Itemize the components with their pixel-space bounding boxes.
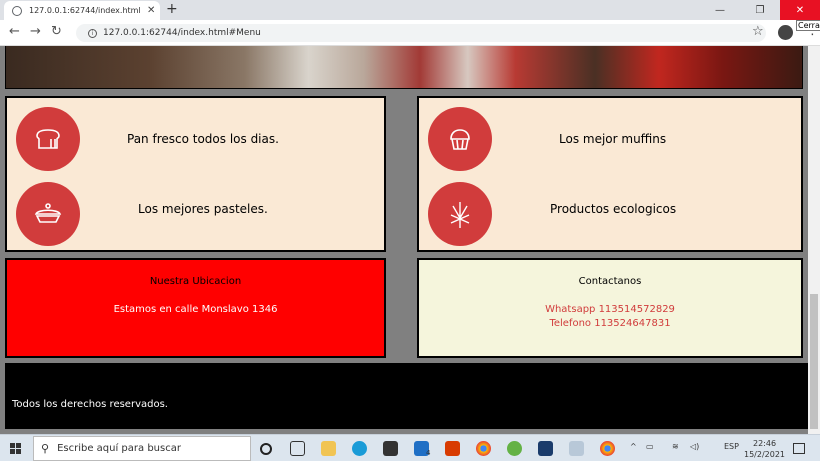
globe-icon bbox=[12, 5, 22, 16]
feature-text: Los mejores pasteles. bbox=[138, 202, 268, 216]
windows-taskbar: ⚲ Escribe aquí para buscar 4 ^ ▭ ≋ ◁) ES… bbox=[0, 434, 820, 461]
back-arrow-icon[interactable]: ← bbox=[9, 24, 20, 39]
volume-icon[interactable]: ◁) bbox=[690, 442, 699, 451]
bookmark-star-icon[interactable]: ☆ bbox=[752, 24, 764, 39]
footer-text: Todos los derechos reservados. bbox=[12, 399, 168, 410]
clock-date: 15/2/2021 bbox=[744, 450, 786, 459]
feature-item bbox=[428, 182, 492, 246]
store-icon[interactable] bbox=[383, 441, 398, 456]
features-box-right: Los mejor muffins Productos ecologicos bbox=[417, 96, 803, 252]
feature-text: Productos ecologicos bbox=[550, 202, 677, 216]
location-address: Estamos en calle Monslavo 1346 bbox=[113, 304, 278, 315]
pie-icon bbox=[16, 182, 80, 246]
tab-title: 127.0.0.1:62744/index.html#Menu bbox=[29, 6, 141, 15]
scrollbar-thumb[interactable] bbox=[810, 294, 818, 429]
app-icon[interactable] bbox=[538, 441, 553, 456]
bread-icon bbox=[16, 107, 80, 171]
clock-time: 22:46 bbox=[752, 439, 777, 448]
browser-toolbar: ← → ↻ i 127.0.0.1:62744/index.html#Menu … bbox=[0, 20, 820, 46]
taskbar-clock[interactable]: 22:46 15/2/2021 bbox=[744, 438, 785, 460]
feature-item bbox=[16, 107, 80, 171]
feature-text: Pan fresco todos los dias. bbox=[127, 132, 279, 146]
close-tab-icon[interactable]: ✕ bbox=[147, 5, 155, 16]
browser-titlebar: 127.0.0.1:62744/index.html#Menu ✕ + — ❐ … bbox=[0, 0, 820, 20]
task-view-icon[interactable] bbox=[290, 441, 305, 456]
windows-start-icon[interactable] bbox=[10, 443, 21, 454]
feature-text: Los mejor muffins bbox=[559, 132, 667, 146]
contact-phone[interactable]: Telefono 113524647831 bbox=[419, 318, 801, 329]
location-box: Nuestra Ubicacion Estamos en calle Monsl… bbox=[5, 258, 386, 358]
notifications-icon[interactable] bbox=[793, 443, 805, 454]
taskbar-search-input[interactable]: ⚲ Escribe aquí para buscar bbox=[33, 436, 251, 461]
minimize-button[interactable]: — bbox=[700, 0, 740, 20]
url-text: 127.0.0.1:62744/index.html#Menu bbox=[103, 28, 261, 38]
address-bar[interactable]: i 127.0.0.1:62744/index.html#Menu bbox=[76, 24, 766, 42]
close-tooltip: Cerrar bbox=[796, 20, 820, 31]
close-window-button[interactable]: ✕ bbox=[780, 0, 820, 20]
page-footer: Todos los derechos reservados. bbox=[5, 363, 808, 429]
chrome-active-icon[interactable] bbox=[600, 441, 615, 456]
page-viewport: Pan fresco todos los dias. Los mejores p… bbox=[0, 46, 808, 434]
info-icon[interactable]: i bbox=[88, 28, 97, 38]
reload-icon[interactable]: ↻ bbox=[51, 24, 62, 39]
search-icon: ⚲ bbox=[41, 442, 50, 455]
contact-box: Contactanos Whatsapp 113514572829 Telefo… bbox=[417, 258, 803, 358]
feature-item bbox=[428, 107, 492, 171]
cortana-icon[interactable] bbox=[260, 443, 272, 455]
battery-icon[interactable]: ▭ bbox=[646, 442, 654, 451]
browser-tab[interactable]: 127.0.0.1:62744/index.html#Menu ✕ bbox=[4, 1, 160, 20]
search-placeholder: Escribe aquí para buscar bbox=[57, 443, 181, 454]
window-app-icon[interactable] bbox=[569, 441, 584, 456]
feature-item bbox=[16, 182, 80, 246]
mail-badge: 4 bbox=[426, 449, 431, 457]
location-title: Nuestra Ubicacion bbox=[149, 276, 242, 287]
muffin-icon bbox=[428, 107, 492, 171]
language-indicator[interactable]: ESP bbox=[724, 442, 739, 451]
wifi-icon[interactable]: ≋ bbox=[672, 442, 679, 451]
contact-whatsapp[interactable]: Whatsapp 113514572829 bbox=[419, 304, 801, 315]
new-tab-button[interactable]: + bbox=[166, 1, 178, 17]
wheat-icon bbox=[428, 182, 492, 246]
forward-arrow-icon[interactable]: → bbox=[30, 24, 41, 39]
qgis-icon[interactable] bbox=[507, 441, 522, 456]
chevron-up-icon[interactable]: ^ bbox=[630, 442, 637, 451]
chrome-icon[interactable] bbox=[476, 441, 491, 456]
restore-button[interactable]: ❐ bbox=[740, 0, 780, 20]
file-explorer-icon[interactable] bbox=[321, 441, 336, 456]
office-icon[interactable] bbox=[445, 441, 460, 456]
hero-banner-image bbox=[5, 46, 803, 89]
contact-title: Contactanos bbox=[578, 276, 642, 287]
profile-avatar[interactable] bbox=[778, 25, 793, 40]
features-box-left: Pan fresco todos los dias. Los mejores p… bbox=[5, 96, 386, 252]
edge-icon[interactable] bbox=[352, 441, 367, 456]
